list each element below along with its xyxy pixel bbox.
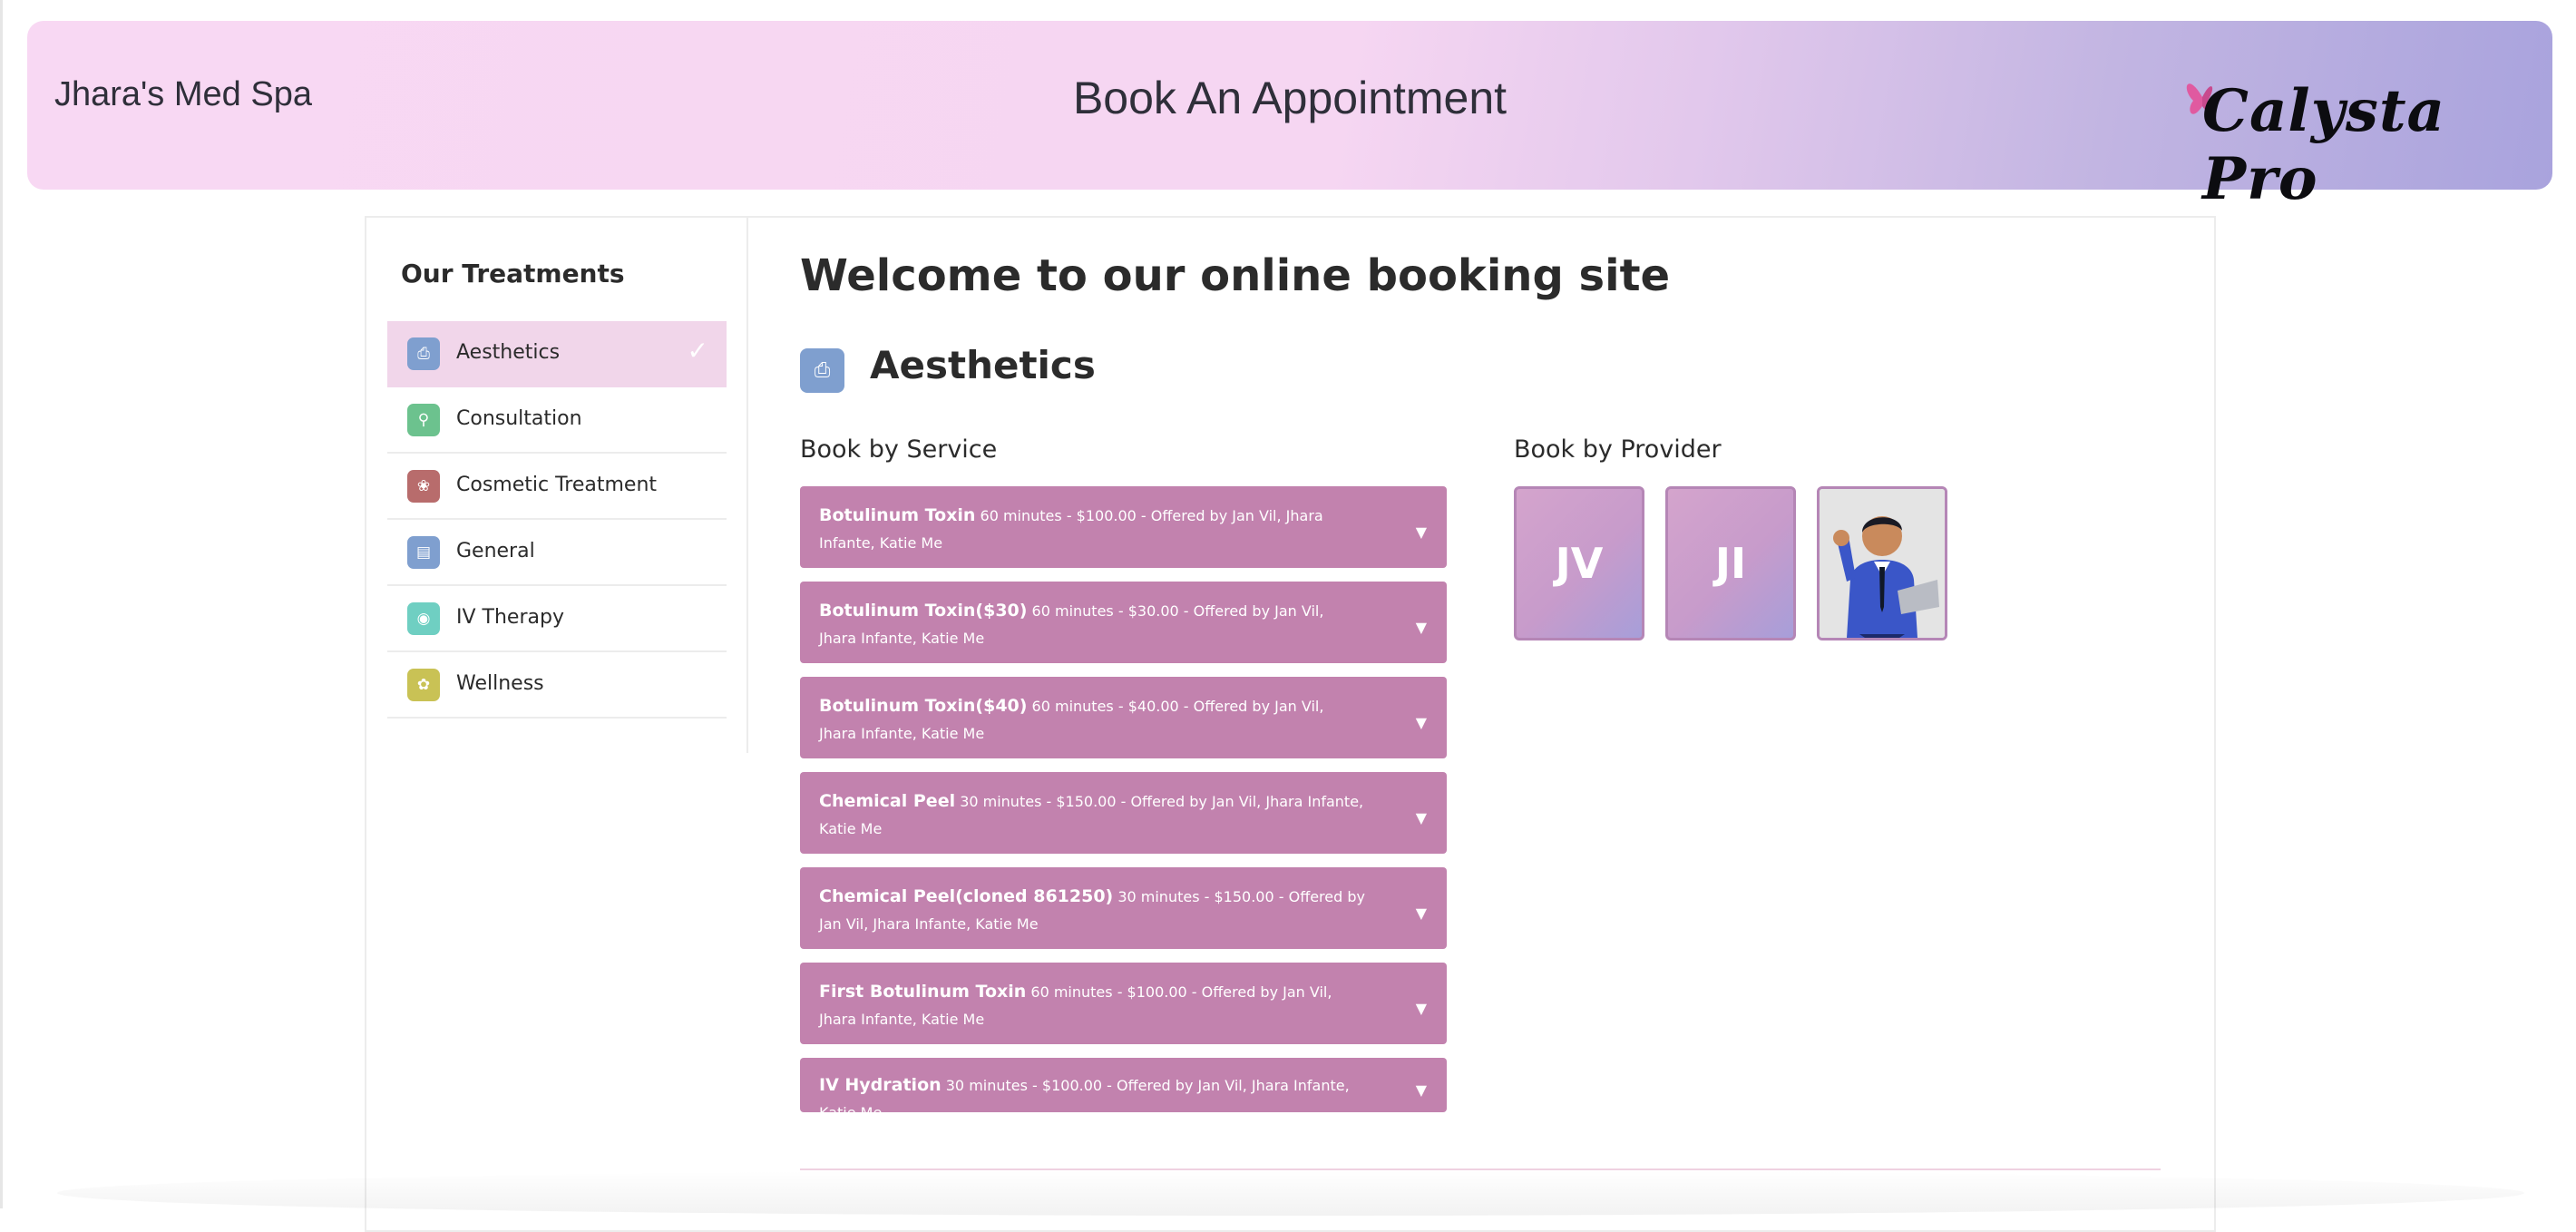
sidebar-title: Our Treatments	[401, 259, 625, 288]
caret-down-icon[interactable]: ▼	[1416, 1077, 1427, 1104]
logo-text: Calysta Pro	[2202, 77, 2445, 213]
caret-down-icon[interactable]: ▼	[1416, 900, 1427, 927]
caret-down-icon[interactable]: ▼	[1416, 614, 1427, 641]
businessman-avatar-icon	[1820, 489, 1945, 638]
booking-content: Welcome to our online booking site ⎙ Aes…	[800, 218, 2197, 1216]
consultation-icon: ⚲	[407, 404, 440, 436]
sidebar-item-consultation[interactable]: ⚲ Consultation	[387, 387, 727, 454]
wellness-icon: ✿	[407, 669, 440, 701]
service-name: First Botulinum Toxin	[819, 982, 1027, 1002]
caret-down-icon[interactable]: ▼	[1416, 805, 1427, 832]
category-title: Aesthetics	[870, 343, 1096, 387]
treatments-sidebar: Our Treatments ⎙ Aesthetics ✓ ⚲ Consulta…	[366, 218, 748, 753]
sidebar-item-label: General	[456, 540, 535, 562]
sidebar-item-label: Wellness	[456, 672, 544, 695]
book-by-provider-heading: Book by Provider	[1514, 435, 1722, 464]
service-name: Botulinum Toxin($30)	[819, 601, 1028, 621]
aesthetics-icon: ⎙	[407, 337, 440, 370]
sidebar-item-label: IV Therapy	[456, 606, 564, 629]
sidebar-item-label: Consultation	[456, 407, 582, 430]
bottom-shadow	[57, 1170, 2524, 1216]
service-item[interactable]: Chemical Peel(cloned 861250) 30 minutes …	[800, 867, 1447, 949]
treatment-list: ⎙ Aesthetics ✓ ⚲ Consultation ❀ Cosmetic…	[387, 321, 727, 719]
iv-therapy-icon: ◉	[407, 602, 440, 635]
service-name: IV Hydration	[819, 1075, 942, 1095]
service-list: Botulinum Toxin 60 minutes - $100.00 - O…	[800, 486, 1447, 1126]
service-name: Botulinum Toxin($40)	[819, 696, 1028, 716]
sidebar-item-aesthetics[interactable]: ⎙ Aesthetics ✓	[387, 321, 727, 387]
service-name: Botulinum Toxin	[819, 505, 976, 525]
caret-down-icon[interactable]: ▼	[1416, 709, 1427, 737]
sidebar-item-label: Cosmetic Treatment	[456, 474, 658, 496]
provider-card[interactable]: JI	[1665, 486, 1796, 640]
service-item[interactable]: First Botulinum Toxin 60 minutes - $100.…	[800, 963, 1447, 1044]
sidebar-item-iv-therapy[interactable]: ◉ IV Therapy	[387, 586, 727, 652]
service-item[interactable]: Botulinum Toxin($30) 60 minutes - $30.00…	[800, 582, 1447, 663]
booking-card: Our Treatments ⎙ Aesthetics ✓ ⚲ Consulta…	[365, 216, 2216, 1232]
caret-down-icon[interactable]: ▼	[1416, 519, 1427, 546]
sidebar-item-cosmetic-treatment[interactable]: ❀ Cosmetic Treatment	[387, 454, 727, 520]
header-banner: Jhara's Med Spa Book An Appointment Caly…	[27, 21, 2552, 213]
service-item[interactable]: Botulinum Toxin 60 minutes - $100.00 - O…	[800, 486, 1447, 568]
cosmetic-icon: ❀	[407, 470, 440, 503]
sidebar-item-general[interactable]: ▤ General	[387, 520, 727, 586]
sidebar-item-label: Aesthetics	[456, 341, 561, 364]
service-item[interactable]: Chemical Peel 30 minutes - $150.00 - Off…	[800, 772, 1447, 854]
provider-card[interactable]: JV	[1514, 486, 1644, 640]
service-name: Chemical Peel(cloned 861250)	[819, 886, 1114, 906]
general-icon: ▤	[407, 536, 440, 569]
aesthetics-icon: ⎙	[800, 348, 844, 393]
check-icon: ✓	[687, 336, 708, 366]
service-item[interactable]: Botulinum Toxin($40) 60 minutes - $40.00…	[800, 677, 1447, 758]
service-name: Chemical Peel	[819, 791, 956, 811]
book-by-service-heading: Book by Service	[800, 435, 998, 464]
page-frame: Jhara's Med Spa Book An Appointment Caly…	[0, 0, 2576, 1232]
caret-down-icon[interactable]: ▼	[1416, 995, 1427, 1022]
sidebar-item-wellness[interactable]: ✿ Wellness	[387, 652, 727, 719]
calysta-pro-logo[interactable]: Calysta Pro	[2184, 63, 2520, 213]
page-title: Book An Appointment	[1072, 73, 1508, 123]
service-item[interactable]: IV Hydration 30 minutes - $100.00 - Offe…	[800, 1058, 1447, 1121]
welcome-heading: Welcome to our online booking site	[800, 250, 1671, 301]
provider-avatar[interactable]	[1817, 486, 1947, 640]
